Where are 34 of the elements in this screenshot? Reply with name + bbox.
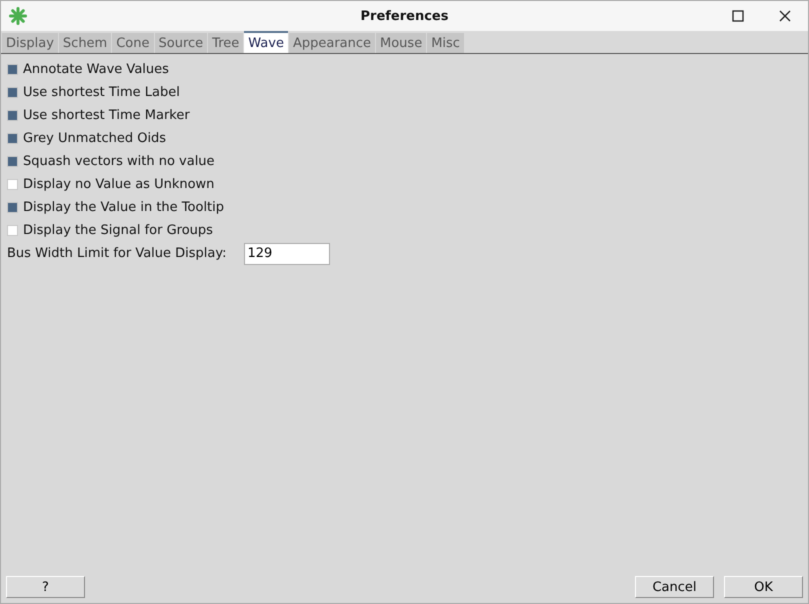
- checkbox-label: Display the Signal for Groups: [23, 223, 213, 238]
- checkbox-label: Display the Value in the Tooltip: [23, 200, 224, 215]
- tab[interactable]: Cone: [112, 33, 154, 53]
- tab[interactable]: Appearance: [288, 33, 376, 53]
- window-title: Preferences: [360, 8, 448, 24]
- tab[interactable]: Tree: [208, 33, 244, 53]
- checkbox[interactable]: [7, 64, 18, 75]
- checkbox-label: Annotate Wave Values: [23, 62, 169, 77]
- checkbox-label: Display no Value as Unknown: [23, 177, 214, 192]
- cancel-button[interactable]: Cancel: [635, 576, 714, 598]
- checkbox-label: Use shortest Time Label: [23, 85, 180, 100]
- tab[interactable]: Schem: [58, 33, 112, 53]
- tab[interactable]: Mouse: [376, 33, 426, 53]
- ok-button[interactable]: OK: [724, 576, 803, 598]
- checkbox-label: Use shortest Time Marker: [23, 108, 190, 123]
- tab[interactable]: Misc: [427, 33, 464, 53]
- tab[interactable]: Display: [2, 33, 58, 53]
- help-button[interactable]: ?: [6, 576, 85, 598]
- close-icon: [779, 10, 791, 22]
- checkbox[interactable]: [7, 225, 18, 236]
- checkbox[interactable]: [7, 156, 18, 167]
- checkbox[interactable]: [7, 110, 18, 121]
- checkbox[interactable]: [7, 179, 18, 190]
- field-label: Bus Width Limit for Value Display:: [7, 246, 227, 261]
- app-logo-icon: [8, 6, 28, 26]
- bus-width-field[interactable]: 129: [244, 242, 330, 264]
- checkbox[interactable]: [7, 202, 18, 213]
- checkbox-label: Grey Unmatched Oids: [23, 131, 166, 146]
- checkbox-label: Squash vectors with no value: [23, 154, 215, 169]
- tab[interactable]: Source: [154, 33, 208, 53]
- checkbox[interactable]: [7, 87, 18, 98]
- checkbox[interactable]: [7, 133, 18, 144]
- maximize-icon: [732, 10, 744, 22]
- tab[interactable]: Wave: [244, 31, 288, 53]
